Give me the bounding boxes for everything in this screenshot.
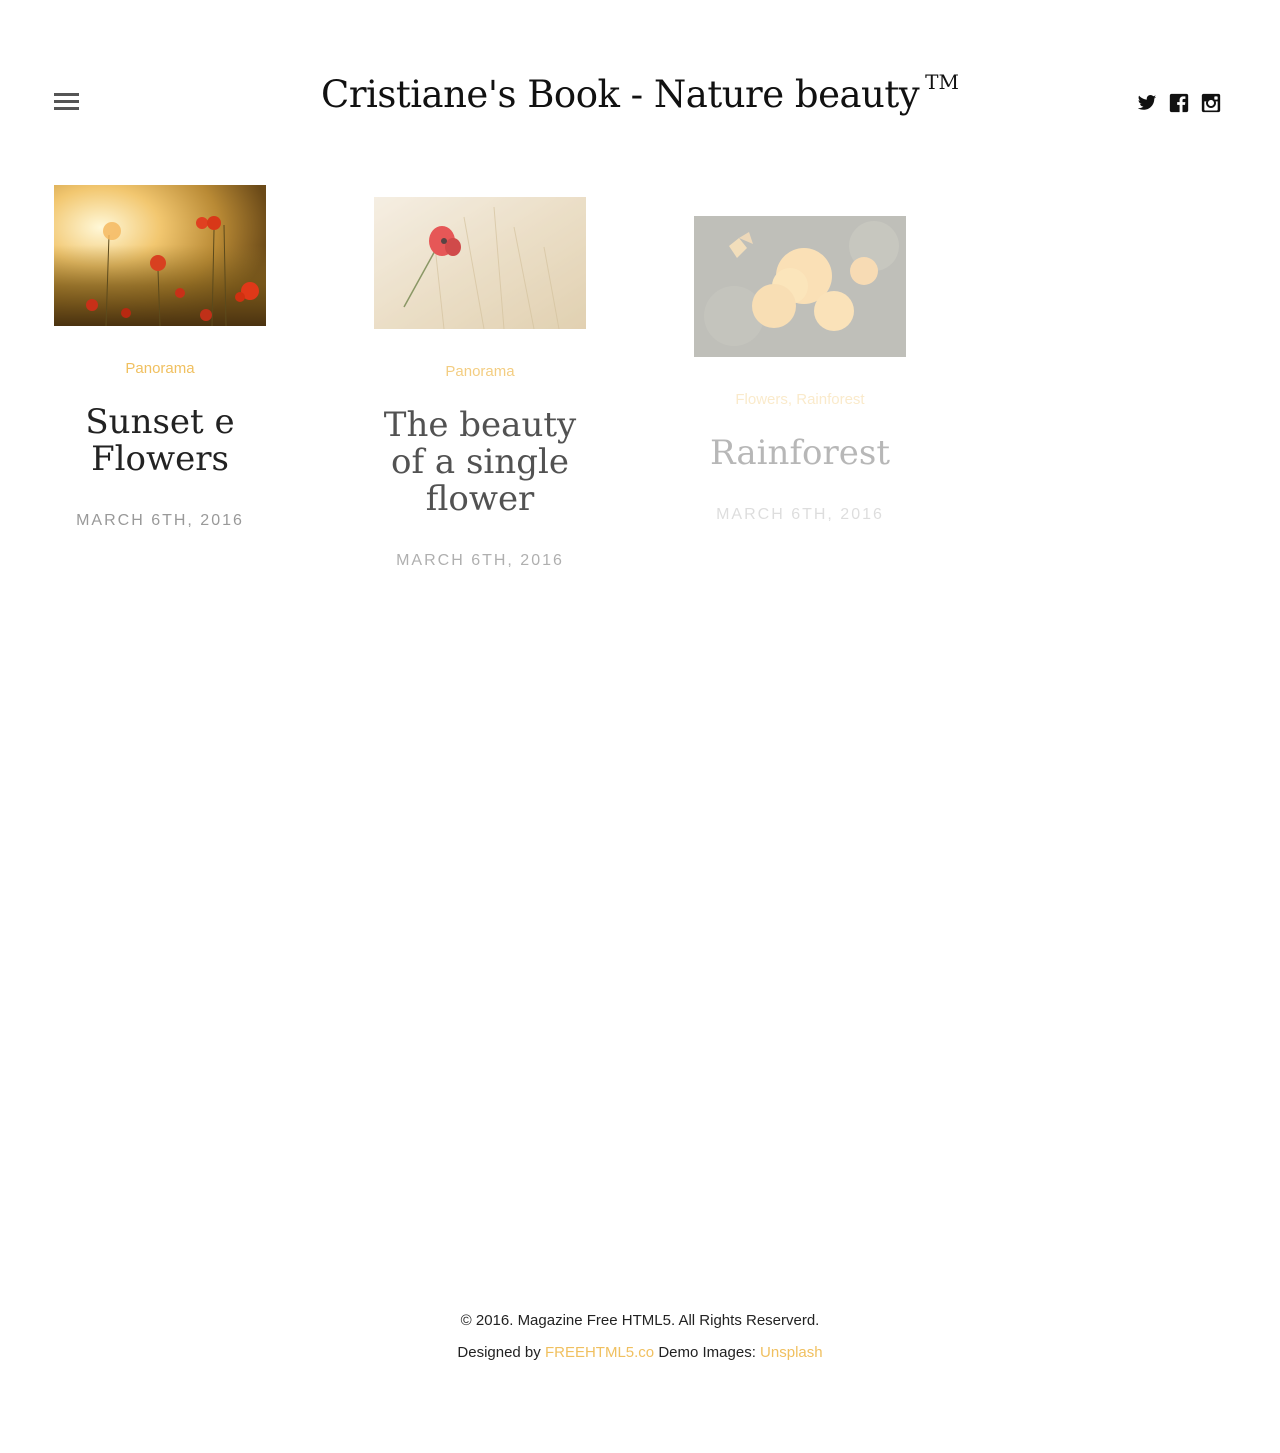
unsplash-link[interactable]: Unsplash (760, 1344, 823, 1361)
demo-images-label: Demo Images: (658, 1344, 756, 1361)
facebook-icon[interactable] (1169, 93, 1191, 115)
post-title[interactable]: Rainforest (694, 435, 906, 472)
post-categories: Flowers, Rainforest (694, 391, 906, 408)
footer: © 2016. Magazine Free HTML5. All Rights … (0, 1310, 1280, 1374)
post-card[interactable]: Panorama Sunset e Flowers March 6th, 201… (54, 185, 266, 529)
category-link[interactable]: Panorama (445, 363, 514, 380)
trademark: TM (925, 70, 959, 94)
post-thumbnail[interactable] (374, 197, 586, 329)
post-thumbnail[interactable] (54, 185, 266, 326)
post-title[interactable]: The beauty of a single flower (374, 407, 586, 518)
designed-by-label: Designed by (457, 1344, 541, 1361)
post-category: Panorama (54, 360, 266, 377)
credits: Designed by FREEHTML5.co Demo Images: Un… (0, 1342, 1280, 1363)
category-separator: , (787, 391, 797, 408)
post-date: March 6th, 2016 (76, 512, 244, 529)
post-thumbnail[interactable] (694, 216, 906, 357)
site-title[interactable]: Cristiane's Book - Nature beauty TM (0, 70, 1280, 116)
twitter-icon[interactable] (1137, 93, 1159, 115)
post-card[interactable]: Flowers, Rainforest Rainforest March 6th… (694, 216, 906, 523)
post-title[interactable]: Sunset e Flowers (54, 404, 266, 478)
post-date: March 6th, 2016 (396, 552, 564, 569)
instagram-icon[interactable] (1201, 93, 1223, 115)
freehtml5-link[interactable]: FREEHTML5.co (545, 1344, 654, 1361)
post-category: Panorama (374, 363, 586, 380)
site-title-text: Cristiane's Book - Nature beauty (321, 73, 920, 116)
category-link[interactable]: Panorama (125, 360, 194, 377)
post-card[interactable]: Panorama The beauty of a single flower M… (374, 197, 586, 569)
category-link[interactable]: Rainforest (796, 391, 864, 408)
category-link[interactable]: Flowers (735, 391, 788, 408)
copyright: © 2016. Magazine Free HTML5. All Rights … (460, 1312, 820, 1329)
post-date: March 6th, 2016 (716, 506, 884, 523)
